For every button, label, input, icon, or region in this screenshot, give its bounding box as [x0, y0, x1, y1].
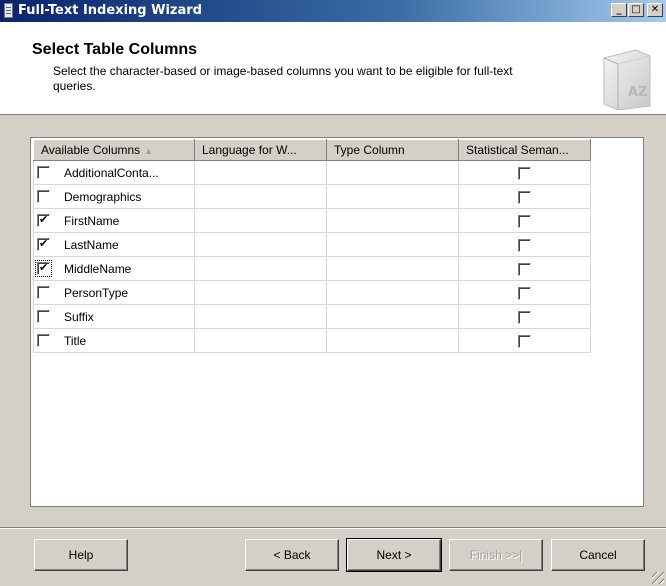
- available-column-cell[interactable]: Demographics: [33, 184, 195, 209]
- column-header-type[interactable]: Type Column: [326, 139, 459, 161]
- column-name-label: MiddleName: [64, 261, 132, 276]
- column-name-label: Title: [64, 333, 87, 348]
- statistical-semantics-cell[interactable]: [458, 328, 591, 353]
- column-header-language[interactable]: Language for W...: [194, 139, 327, 161]
- available-column-cell[interactable]: FirstName: [33, 208, 195, 233]
- table-row[interactable]: PersonType: [33, 280, 591, 305]
- header-row: Available Columns ▲ Language for W... Typ…: [33, 139, 591, 161]
- book-icon-text: AZ: [628, 85, 648, 100]
- include-column-checkbox[interactable]: [35, 260, 52, 278]
- statistical-semantics-checkbox[interactable]: [518, 334, 531, 348]
- available-column-cell[interactable]: AdditionalConta...: [33, 160, 195, 185]
- statistical-semantics-checkbox[interactable]: [518, 310, 531, 324]
- statistical-semantics-checkbox[interactable]: [518, 214, 531, 228]
- statistical-semantics-cell[interactable]: [458, 304, 591, 329]
- app-icon: [4, 3, 13, 18]
- columns-table: Available Columns ▲ Language for W... Typ…: [33, 139, 591, 353]
- include-column-checkbox[interactable]: [37, 190, 50, 204]
- cancel-button[interactable]: Cancel: [551, 539, 645, 571]
- column-name-label: LastName: [64, 237, 119, 252]
- statistical-semantics-cell[interactable]: [458, 208, 591, 233]
- available-column-cell[interactable]: PersonType: [33, 280, 195, 305]
- available-column-cell[interactable]: Suffix: [33, 304, 195, 329]
- wizard-header: Select Table Columns Select the characte…: [0, 22, 666, 115]
- include-column-checkbox[interactable]: [37, 213, 50, 228]
- column-header-available[interactable]: Available Columns ▲: [33, 139, 195, 161]
- language-cell[interactable]: [194, 232, 327, 257]
- type-column-cell[interactable]: [326, 280, 459, 305]
- statistical-semantics-checkbox[interactable]: [518, 166, 531, 180]
- language-cell[interactable]: [194, 256, 327, 281]
- language-cell[interactable]: [194, 328, 327, 353]
- statistical-semantics-checkbox[interactable]: [518, 190, 531, 204]
- resize-grip-icon[interactable]: [652, 572, 664, 584]
- column-name-label: AdditionalConta...: [64, 165, 159, 180]
- statistical-semantics-cell[interactable]: [458, 232, 591, 257]
- minimize-button[interactable]: _: [611, 3, 627, 17]
- table-row[interactable]: LastName: [33, 232, 591, 257]
- next-button[interactable]: Next >: [346, 538, 442, 572]
- type-column-cell[interactable]: [326, 184, 459, 209]
- footer-divider: [0, 527, 666, 529]
- statistical-semantics-cell[interactable]: [458, 256, 591, 281]
- column-name-label: PersonType: [64, 285, 129, 300]
- language-cell[interactable]: [194, 160, 327, 185]
- book-az-icon: AZ: [603, 49, 651, 110]
- type-column-cell[interactable]: [326, 232, 459, 257]
- language-cell[interactable]: [194, 304, 327, 329]
- type-column-cell[interactable]: [326, 304, 459, 329]
- title-bar[interactable]: Full-Text Indexing Wizard _ □ ✕: [0, 0, 666, 22]
- include-column-checkbox[interactable]: [37, 286, 50, 300]
- language-cell[interactable]: [194, 280, 327, 305]
- include-column-checkbox[interactable]: [37, 166, 50, 180]
- help-button[interactable]: Help: [34, 539, 128, 571]
- available-column-cell[interactable]: MiddleName: [33, 256, 195, 281]
- language-cell[interactable]: [194, 184, 327, 209]
- statistical-semantics-cell[interactable]: [458, 184, 591, 209]
- close-button[interactable]: ✕: [647, 3, 663, 17]
- maximize-button[interactable]: □: [628, 3, 644, 17]
- table-row[interactable]: Title: [33, 328, 591, 353]
- column-name-label: FirstName: [64, 213, 120, 228]
- table-row[interactable]: Suffix: [33, 304, 591, 329]
- column-name-label: Suffix: [64, 309, 94, 324]
- include-column-checkbox[interactable]: [37, 310, 50, 324]
- available-column-cell[interactable]: LastName: [33, 232, 195, 257]
- type-column-cell[interactable]: [326, 256, 459, 281]
- columns-grid[interactable]: Available Columns ▲ Language for W... Typ…: [30, 137, 644, 507]
- type-column-cell[interactable]: [326, 328, 459, 353]
- wizard-window: Full-Text Indexing Wizard _ □ ✕ Select T…: [0, 0, 666, 586]
- table-row[interactable]: AdditionalConta...: [33, 160, 591, 185]
- type-column-cell[interactable]: [326, 208, 459, 233]
- back-button[interactable]: < Back: [245, 539, 339, 571]
- table-row[interactable]: MiddleName: [33, 256, 591, 281]
- table-row[interactable]: FirstName: [33, 208, 591, 233]
- column-name-label: Demographics: [64, 189, 142, 204]
- sort-ascending-icon: ▲: [144, 146, 154, 156]
- statistical-semantics-cell[interactable]: [458, 280, 591, 305]
- window-title: Full-Text Indexing Wizard: [18, 3, 202, 18]
- available-column-cell[interactable]: Title: [33, 328, 195, 353]
- page-description: Select the character-based or image-base…: [53, 64, 513, 93]
- statistical-semantics-checkbox[interactable]: [518, 286, 531, 300]
- statistical-semantics-checkbox[interactable]: [518, 238, 531, 252]
- table-row[interactable]: Demographics: [33, 184, 591, 209]
- language-cell[interactable]: [194, 208, 327, 233]
- column-header-statistical[interactable]: Statistical Seman...: [458, 139, 591, 161]
- type-column-cell[interactable]: [326, 160, 459, 185]
- statistical-semantics-checkbox[interactable]: [518, 262, 531, 276]
- statistical-semantics-cell[interactable]: [458, 160, 591, 185]
- include-column-checkbox[interactable]: [37, 334, 50, 348]
- include-column-checkbox[interactable]: [37, 237, 50, 252]
- page-title: Select Table Columns: [32, 41, 198, 58]
- finish-button: Finish >>|: [449, 539, 543, 571]
